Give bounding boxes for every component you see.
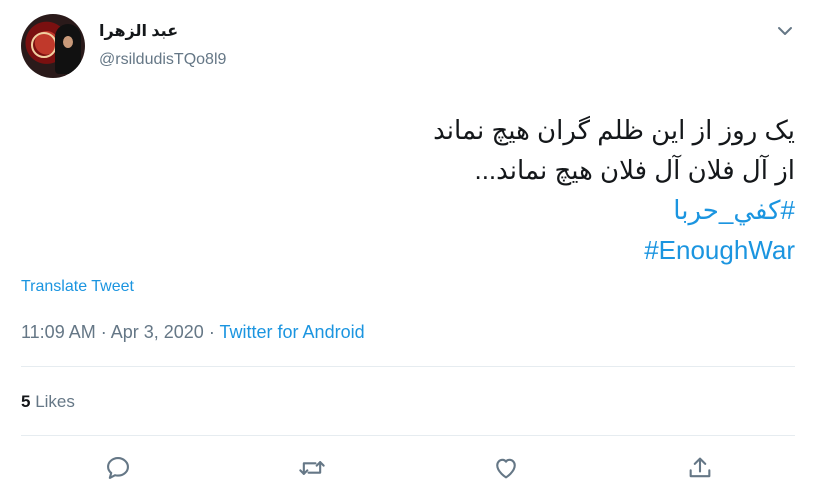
divider <box>21 366 795 367</box>
hashtag-link[interactable]: #EnoughWar <box>35 230 795 270</box>
likes-label: Likes <box>35 392 75 411</box>
avatar-seal <box>31 32 57 58</box>
avatar-figure <box>55 24 81 74</box>
chevron-down-icon[interactable] <box>775 24 795 38</box>
tweet-source-link[interactable]: Twitter for Android <box>220 322 365 342</box>
heart-icon[interactable] <box>492 454 520 482</box>
likes-count: 5 <box>21 392 31 411</box>
tweet-line: یک روز از این ظلم گران هیچ نماند <box>433 115 795 145</box>
tweet-meta: 11:09 AM · Apr 3, 2020 · Twitter for And… <box>21 322 365 343</box>
tweet-text: یک روز از این ظلم گران هیچ نماند از آل ف… <box>35 110 795 270</box>
author-display-name[interactable]: عبد الزهرا <box>99 21 178 41</box>
translate-tweet-link[interactable]: Translate Tweet <box>21 278 134 296</box>
tweet-time[interactable]: 11:09 AM <box>21 322 96 342</box>
likes-stat[interactable]: 5 Likes <box>21 392 75 412</box>
divider <box>21 435 795 436</box>
meta-separator: · <box>100 322 107 342</box>
avatar-face <box>63 36 73 48</box>
share-icon[interactable] <box>686 454 714 482</box>
avatar[interactable] <box>21 14 85 78</box>
action-bar <box>0 448 816 488</box>
author-handle[interactable]: @rsildudisTQo8l9 <box>99 51 226 69</box>
meta-separator: · <box>208 322 215 342</box>
hashtag-link[interactable]: #كفي_حربا <box>35 190 795 230</box>
tweet-line: از آل فلان آل فلان هیچ نماند... <box>474 155 795 185</box>
reply-icon[interactable] <box>104 454 132 482</box>
tweet-date[interactable]: Apr 3, 2020 <box>111 322 204 342</box>
retweet-icon[interactable] <box>298 454 326 482</box>
